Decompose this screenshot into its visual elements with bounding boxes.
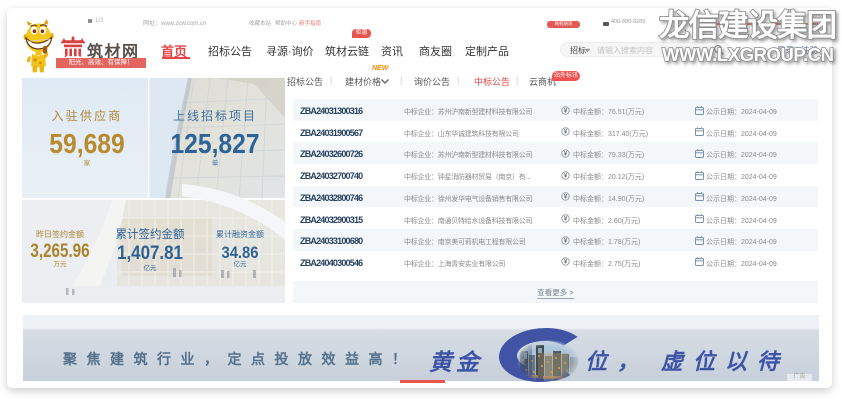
svg-text:龙信建设集团: 龙信建设集团 — [659, 9, 837, 43]
svg-text:WWW.LXGROUP.CN: WWW.LXGROUP.CN — [662, 44, 834, 65]
